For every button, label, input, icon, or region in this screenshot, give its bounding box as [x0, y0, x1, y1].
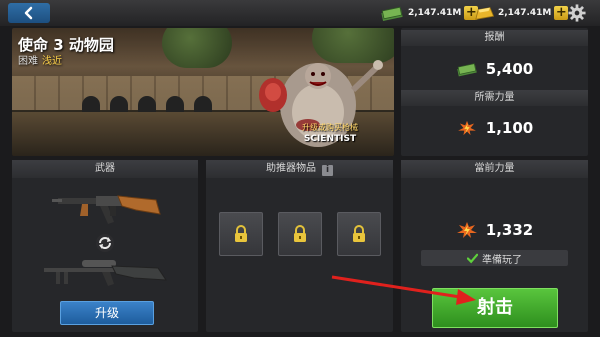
- gear-icon[interactable]: [568, 4, 586, 22]
- wall-arches: [82, 90, 232, 114]
- upgrade-note: 升级或购买枪械: [302, 123, 358, 132]
- back-button[interactable]: [8, 3, 50, 23]
- ready-label: 準備玩了: [482, 254, 522, 266]
- mission-banner: 使命 3 动物园 困难 浅近 升级或购买枪械 SCIENTIST: [12, 28, 394, 156]
- cash-stack-icon: [381, 6, 403, 21]
- current-power-row: 1,332: [401, 221, 588, 239]
- lock-icon: [353, 225, 365, 242]
- boss-name: SCIENTIST: [303, 134, 357, 144]
- difficulty-label: 困难: [18, 56, 38, 67]
- power-burst-icon: [457, 120, 476, 136]
- weapons-panel: 武器 升级: [12, 160, 198, 332]
- mission-difficulty: 困难 浅近: [18, 52, 62, 67]
- cash-stack-icon: [457, 63, 477, 77]
- difficulty-value: 浅近: [42, 56, 62, 67]
- power-burst-icon: [456, 222, 477, 238]
- gold-bar-icon: [475, 7, 494, 20]
- fire-button[interactable]: 射击: [432, 288, 558, 328]
- current-power-value: 1,332: [485, 221, 534, 239]
- reward-value-row: 5,400: [401, 60, 588, 78]
- gold-amount: 2,147.41M: [498, 8, 552, 18]
- lock-icon: [235, 225, 247, 242]
- info-icon[interactable]: i: [322, 165, 333, 176]
- assault-rifle-icon[interactable]: [52, 186, 162, 228]
- gold-currency: 2,147.41M +: [472, 4, 569, 22]
- required-power-header: 所需力量: [401, 90, 588, 106]
- booster-slot-1[interactable]: [219, 212, 263, 256]
- back-arrow-icon: [24, 6, 33, 20]
- upgrade-button[interactable]: 升级: [60, 301, 154, 325]
- current-power-panel: 當前力量 1,332 準備玩了 射击: [401, 160, 588, 332]
- booster-slot-2[interactable]: [278, 212, 322, 256]
- reward-value: 5,400: [485, 60, 534, 78]
- sniper-rifle-icon[interactable]: [42, 254, 170, 288]
- required-power-row: 1,100: [401, 119, 588, 137]
- reward-panel: 报酬 5,400 所需力量 1,100: [401, 28, 588, 156]
- lock-icon: [294, 225, 306, 242]
- tree-foliage: [162, 28, 232, 68]
- check-icon: [467, 253, 478, 263]
- current-power-header: 當前力量: [401, 160, 588, 178]
- boosters-header-label: 助推器物品: [266, 163, 316, 174]
- boosters-panel: 助推器物品 i: [206, 160, 393, 332]
- reward-header: 报酬: [401, 30, 588, 46]
- cash-amount: 2,147.41M: [408, 8, 462, 18]
- boosters-header: 助推器物品 i: [206, 160, 393, 178]
- booster-slot-3[interactable]: [337, 212, 381, 256]
- cash-currency: 2,147.41M +: [380, 4, 479, 22]
- add-gold-button[interactable]: +: [554, 6, 569, 20]
- ready-status: 準備玩了: [421, 250, 568, 266]
- required-power-value: 1,100: [485, 119, 534, 137]
- weapons-header: 武器: [12, 160, 198, 178]
- top-bar: 2,147.41M + 2,147.41M +: [0, 0, 600, 26]
- swap-weapon-icon[interactable]: [95, 233, 115, 253]
